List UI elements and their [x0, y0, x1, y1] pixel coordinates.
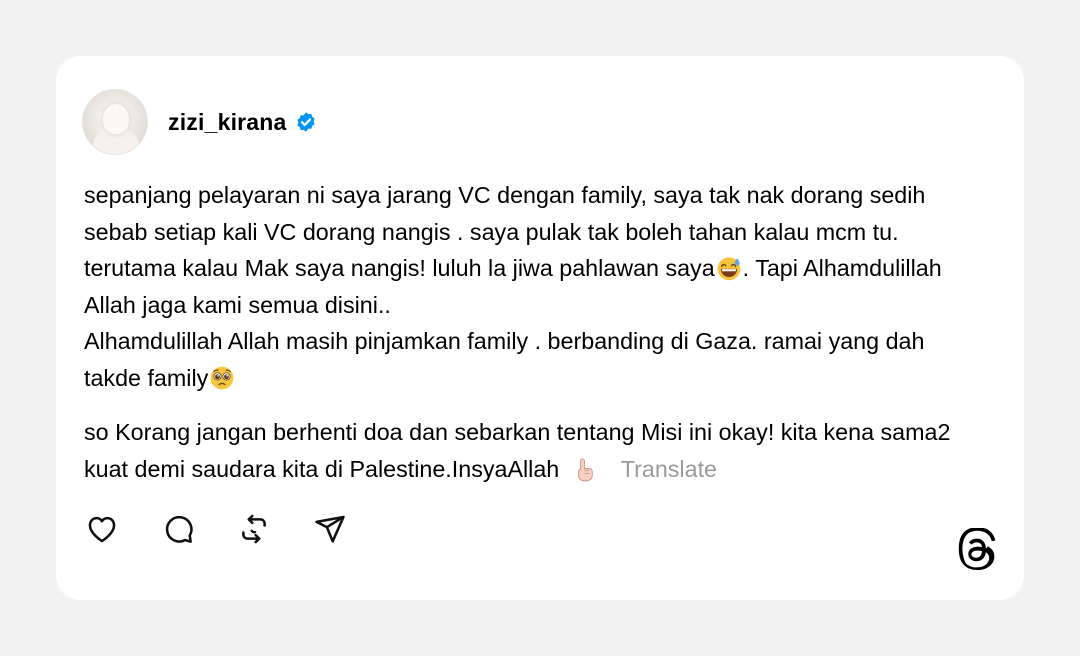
post-body: sepanjang pelayaran ni saya jarang VC de…	[84, 177, 984, 487]
avatar-face-shape	[103, 104, 129, 134]
threads-post-card: zizi_kirana sepanjang pelayaran ni saya …	[56, 56, 1024, 600]
post-paragraph-2: so Korang jangan berhenti doa dan sebark…	[84, 414, 984, 487]
reply-button[interactable]	[160, 511, 196, 547]
avatar[interactable]	[82, 89, 148, 155]
post-paragraph-1: sepanjang pelayaran ni saya jarang VC de…	[84, 177, 984, 396]
heart-icon	[88, 516, 116, 543]
repost-button[interactable]	[236, 511, 272, 547]
pleading-face-emoji-icon	[210, 366, 234, 389]
send-icon	[315, 515, 345, 543]
post-header: zizi_kirana	[82, 89, 317, 155]
username[interactable]: zizi_kirana	[168, 109, 287, 136]
verified-badge-icon	[297, 112, 315, 132]
like-button[interactable]	[84, 511, 120, 547]
post-actions	[84, 511, 388, 547]
post-text-line: so Korang jangan berhenti doa dan sebark…	[84, 419, 951, 482]
comment-icon	[165, 515, 193, 543]
threads-logo-icon[interactable]	[954, 528, 998, 572]
share-button[interactable]	[312, 511, 348, 547]
repost-icon	[242, 514, 266, 544]
grinning-face-with-sweat-emoji-icon	[717, 257, 741, 281]
index-pointing-up-emoji-icon	[577, 457, 593, 481]
translate-link[interactable]: Translate	[621, 456, 717, 482]
